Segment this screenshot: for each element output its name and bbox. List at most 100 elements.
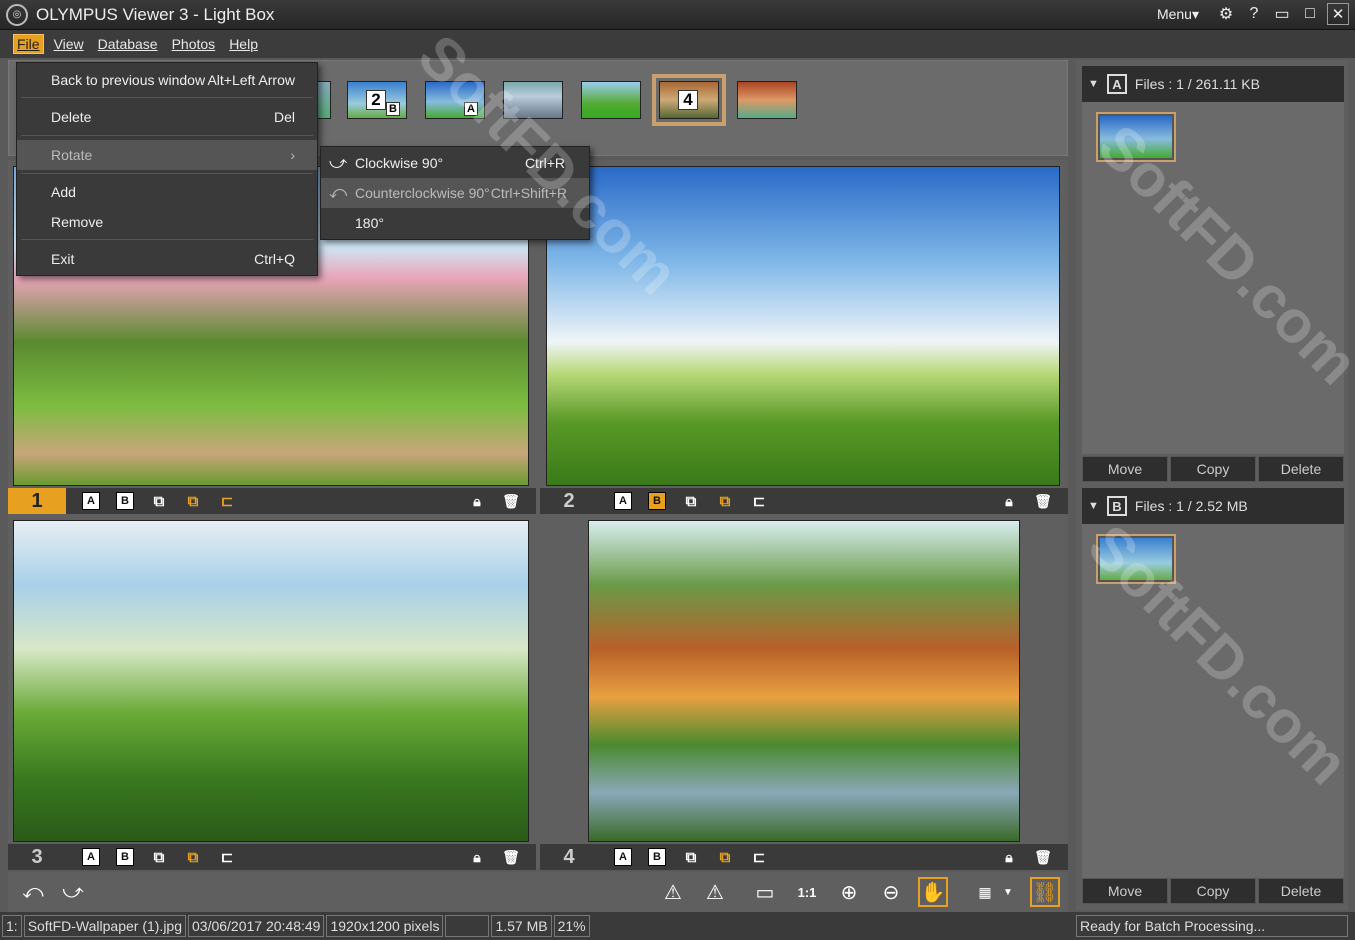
olympus-logo-icon: ◎	[6, 3, 28, 26]
add-stack-icon[interactable]: ⧉	[150, 848, 168, 866]
menu-help[interactable]: Help	[226, 35, 261, 53]
lock-icon[interactable]: 🔒︎	[1000, 848, 1018, 866]
warning-icon[interactable]: ⚠	[658, 877, 688, 907]
menu-item-rotate[interactable]: Rotate ›	[17, 140, 317, 170]
photo-3[interactable]	[13, 520, 529, 842]
trash-icon[interactable]: 🗑︎	[502, 848, 520, 866]
menu-item-label: Remove	[51, 214, 104, 230]
rotate-clockwise-icon: ⤻	[329, 153, 348, 172]
add-stack-alt-icon[interactable]: ⧉	[716, 492, 734, 510]
trash-icon[interactable]: 🗑︎	[1034, 848, 1052, 866]
chevron-down-icon[interactable]: ▼	[1000, 877, 1016, 907]
submenu-item-180[interactable]: 180°	[321, 208, 589, 238]
filmstrip-thumb[interactable]	[737, 81, 797, 119]
panel-a-thumb[interactable]	[1096, 112, 1176, 162]
delete-button[interactable]: Delete	[1258, 456, 1344, 482]
copy-button[interactable]: Copy	[1170, 878, 1256, 904]
menu-item-back[interactable]: Back to previous window Alt+Left Arrow	[17, 65, 317, 95]
panel-b-header[interactable]: ▼ B Files : 1 / 2.52 MB	[1082, 488, 1344, 524]
add-stack-alt-icon[interactable]: ⧉	[184, 848, 202, 866]
photo-2[interactable]	[546, 166, 1060, 486]
menu-item-label: Back to previous window	[51, 72, 206, 88]
delete-button[interactable]: Delete	[1258, 878, 1344, 904]
photo-2-toolbar: 2 A B ⧉ ⧉ ⊏ 🔒︎ 🗑︎	[540, 488, 1068, 514]
lock-icon[interactable]: 🔒︎	[1000, 492, 1018, 510]
menu-item-add[interactable]: Add	[17, 177, 317, 207]
photo-4[interactable]	[588, 520, 1020, 842]
menu-bar: File View Database Photos Help	[0, 30, 1355, 58]
minimize-icon[interactable]: ▭	[1271, 3, 1293, 25]
submenu-item-counterclockwise[interactable]: ⤺ Counterclockwise 90° Ctrl+Shift+R	[321, 178, 589, 208]
panel-b-letter: B	[1106, 496, 1127, 516]
lock-icon[interactable]: 🔒︎	[468, 848, 486, 866]
label-b-button[interactable]: B	[648, 848, 666, 866]
label-a-button[interactable]: A	[614, 848, 632, 866]
rotate-right-icon[interactable]: ⤻	[58, 877, 88, 907]
actual-size-icon[interactable]: 1:1	[792, 877, 822, 907]
warning-alt-icon[interactable]: ⚠	[700, 877, 730, 907]
add-stack-icon[interactable]: ⧉	[150, 492, 168, 510]
filmstrip-thumb[interactable]	[581, 81, 641, 119]
add-stack-icon[interactable]: ⧉	[682, 848, 700, 866]
collapse-triangle-icon[interactable]: ▼	[1088, 78, 1099, 90]
submenu-item-clockwise[interactable]: ⤻ Clockwise 90° Ctrl+R	[321, 148, 589, 178]
trash-icon[interactable]: 🗑︎	[1034, 492, 1052, 510]
menu-file[interactable]: File	[13, 34, 44, 54]
menu-item-remove[interactable]: Remove	[17, 207, 317, 237]
hand-tool-icon[interactable]: ✋	[918, 877, 948, 907]
menu-item-delete[interactable]: Delete Del	[17, 102, 317, 132]
menu-photos[interactable]: Photos	[169, 35, 219, 53]
submenu-item-shortcut: Ctrl+R	[524, 155, 565, 171]
filmstrip-thumb-selected[interactable]: 4	[652, 74, 726, 126]
collapse-triangle-icon[interactable]: ▼	[1088, 500, 1099, 512]
menu-view[interactable]: View	[51, 35, 87, 53]
photo-number: 2	[563, 489, 575, 512]
menu-database[interactable]: Database	[95, 35, 161, 53]
fit-screen-icon[interactable]: ▭	[750, 877, 780, 907]
menu-item-label: Delete	[51, 109, 92, 125]
label-a-button[interactable]: A	[82, 492, 100, 510]
zoom-in-icon[interactable]: ⊕	[834, 877, 864, 907]
label-b-button[interactable]: B	[116, 848, 134, 866]
maximize-icon[interactable]: □	[1299, 3, 1321, 25]
menu-dropdown-button[interactable]: Menu▾	[1157, 6, 1199, 23]
copy-button[interactable]: Copy	[1170, 456, 1256, 482]
submenu-item-label: 180°	[355, 215, 384, 231]
gear-icon[interactable]: ⚙	[1215, 3, 1237, 25]
link-icon[interactable]: ⛓	[1030, 877, 1060, 907]
status-dimensions: 1920x1200 pixels	[326, 915, 444, 937]
close-icon[interactable]: ✕	[1327, 3, 1349, 25]
add-stack-icon[interactable]: ⧉	[682, 492, 700, 510]
label-b-button[interactable]: B	[116, 492, 134, 510]
zoom-out-icon[interactable]: ⊖	[876, 877, 906, 907]
label-b-button[interactable]: B	[648, 492, 666, 510]
add-frame-icon[interactable]: ⊏	[218, 848, 236, 866]
add-frame-icon[interactable]: ⊏	[750, 848, 768, 866]
move-button[interactable]: Move	[1082, 878, 1168, 904]
menu-item-label: Rotate	[51, 147, 93, 163]
help-icon[interactable]: ?	[1243, 3, 1265, 25]
trash-icon[interactable]: 🗑︎	[502, 492, 520, 510]
label-a-button[interactable]: A	[82, 848, 100, 866]
submenu-item-label: Counterclockwise 90°	[355, 185, 490, 201]
move-button[interactable]: Move	[1082, 456, 1168, 482]
panel-a-buttons: Move Copy Delete	[1082, 456, 1344, 482]
filmstrip-thumb[interactable]: A	[425, 81, 485, 119]
label-a-button[interactable]: A	[614, 492, 632, 510]
rotate-left-icon[interactable]: ⤺	[18, 877, 48, 907]
filmstrip-thumb[interactable]: 2B	[347, 81, 407, 119]
grid-layout-icon[interactable]: ▦	[970, 877, 1000, 907]
add-frame-icon[interactable]: ⊏	[750, 492, 768, 510]
filmstrip-thumb[interactable]	[503, 81, 563, 119]
add-stack-alt-icon[interactable]: ⧉	[716, 848, 734, 866]
panel-a-letter: A	[1106, 74, 1127, 94]
add-frame-icon[interactable]: ⊏	[218, 492, 236, 510]
lock-icon[interactable]: 🔒︎	[468, 492, 486, 510]
menu-item-exit[interactable]: Exit Ctrl+Q	[17, 244, 317, 274]
photo-3-toolbar: 3 A B ⧉ ⧉ ⊏ 🔒︎ 🗑︎	[8, 844, 536, 870]
submenu-item-shortcut: Ctrl+Shift+R	[490, 185, 567, 201]
add-stack-alt-icon[interactable]: ⧉	[184, 492, 202, 510]
panel-a-header[interactable]: ▼ A Files : 1 / 261.11 KB	[1082, 66, 1344, 102]
panel-a-files: Files : 1 / 261.11 KB	[1134, 76, 1260, 92]
panel-b-thumb[interactable]	[1096, 534, 1176, 584]
